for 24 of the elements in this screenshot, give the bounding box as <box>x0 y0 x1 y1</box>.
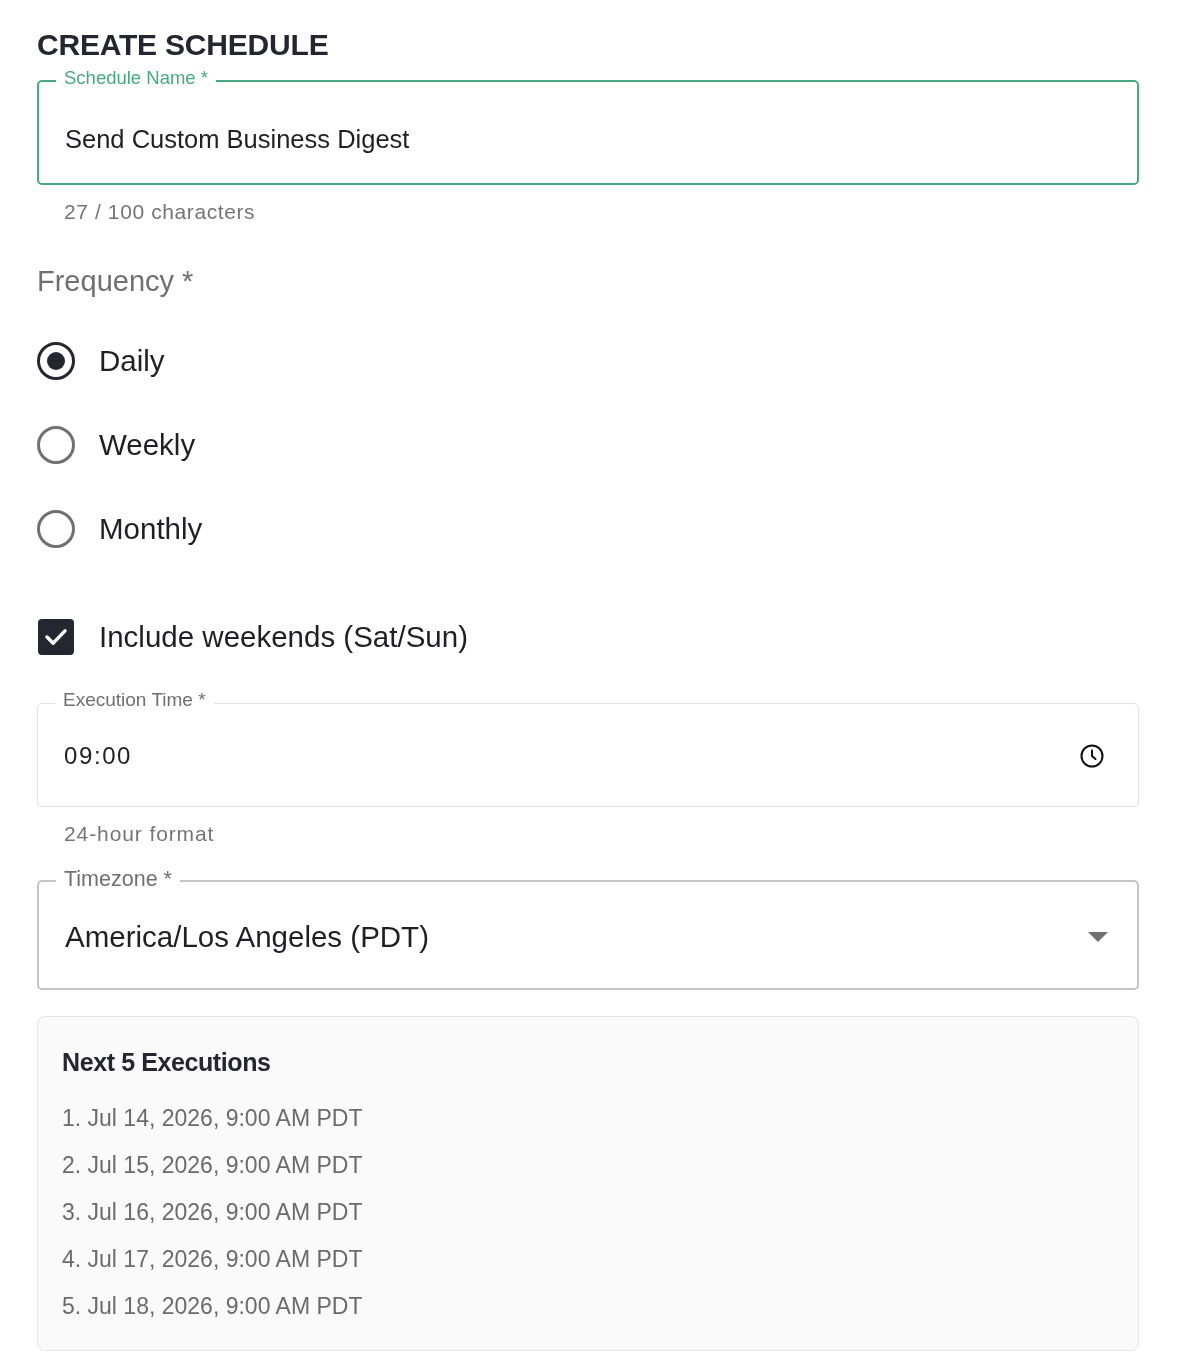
clock-icon[interactable] <box>1080 744 1104 768</box>
field-label: Execution Time * <box>62 689 207 712</box>
execution-item: 4. Jul 17, 2026, 9:00 AM PDT <box>62 1245 364 1274</box>
radio-label[interactable]: Weekly <box>99 428 196 462</box>
field-label: Timezone * <box>63 866 173 893</box>
radio-button[interactable] <box>37 510 75 548</box>
caret-down-icon <box>1088 931 1108 942</box>
radio-button[interactable] <box>37 342 75 380</box>
radio-label[interactable]: Daily <box>99 344 165 378</box>
execution-item: 5. Jul 18, 2026, 9:00 AM PDT <box>62 1292 364 1321</box>
group-label: Frequency * <box>37 264 195 298</box>
execution-item: 1. Jul 14, 2026, 9:00 AM PDT <box>62 1104 364 1133</box>
helper-text: 27 / 100 characters <box>64 200 257 224</box>
page-title: CREATE SCHEDULE <box>37 27 330 63</box>
panel-title: Next 5 Executions <box>62 1047 272 1078</box>
field-label: Schedule Name * <box>63 67 209 90</box>
checkbox[interactable] <box>38 619 74 655</box>
execution-item: 3. Jul 16, 2026, 9:00 AM PDT <box>62 1198 364 1227</box>
radio-label[interactable]: Monthly <box>99 512 203 546</box>
checkbox-label[interactable]: Include weekends (Sat/Sun) <box>99 620 468 654</box>
execution-item: 2. Jul 15, 2026, 9:00 AM PDT <box>62 1151 364 1180</box>
helper-text: 24-hour format <box>64 822 216 846</box>
checkmark-icon <box>44 628 68 646</box>
radio-button[interactable] <box>37 426 75 464</box>
